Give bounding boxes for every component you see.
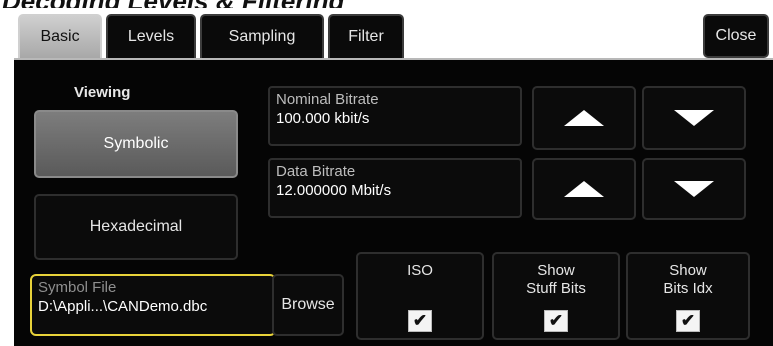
show-stuff-bits-toggle-button[interactable]: Show Stuff Bits ✔ [492,252,620,340]
data-bitrate-field[interactable]: Data Bitrate 12.000000 Mbit/s [268,158,522,218]
show-stuff-bits-label: Show [537,262,575,279]
page-title-strip: Decoding Levels & Filtering [0,0,773,8]
checkmark-icon: ✔ [548,311,564,330]
close-button[interactable]: Close [703,14,769,58]
show-bits-idx-checkbox[interactable]: ✔ [676,310,700,332]
checkmark-icon: ✔ [680,311,696,330]
down-arrow-icon [674,110,714,126]
up-arrow-icon [564,181,604,197]
tab-basic[interactable]: Basic [18,14,102,58]
checkmark-icon: ✔ [412,311,428,330]
data-bitrate-value: 12.000000 Mbit/s [276,182,392,199]
show-bits-idx-toggle-button[interactable]: Show Bits Idx ✔ [626,252,750,340]
page-title: Decoding Levels & Filtering [2,0,344,8]
up-arrow-icon [564,110,604,126]
iso-label: ISO [407,262,433,279]
symbolic-button[interactable]: Symbolic [34,110,238,178]
nominal-bitrate-field[interactable]: Nominal Bitrate 100.000 kbit/s [268,86,522,146]
data-bitrate-caption: Data Bitrate [276,163,356,180]
tab-filter[interactable]: Filter [328,14,404,58]
iso-checkbox[interactable]: ✔ [408,310,432,332]
show-bits-idx-label-line2: Bits Idx [663,280,713,297]
nominal-bitrate-up-button[interactable] [532,86,636,150]
down-arrow-icon [674,181,714,197]
symbol-file-value: D:\Appli...\CANDemo.dbc [38,298,208,315]
show-stuff-bits-label-line2: Stuff Bits [526,280,586,297]
browse-button[interactable]: Browse [272,274,344,336]
show-stuff-bits-checkbox[interactable]: ✔ [544,310,568,332]
hexadecimal-button[interactable]: Hexadecimal [34,194,238,260]
nominal-bitrate-caption: Nominal Bitrate [276,91,379,108]
symbol-file-field[interactable]: Symbol File D:\Appli...\CANDemo.dbc [30,274,276,336]
data-bitrate-down-button[interactable] [642,158,746,220]
tab-levels[interactable]: Levels [106,14,196,58]
iso-toggle-button[interactable]: ISO ✔ [356,252,484,340]
nominal-bitrate-value: 100.000 kbit/s [276,110,370,127]
symbol-file-caption: Symbol File [38,279,117,296]
show-bits-idx-label: Show [669,262,707,279]
tab-sampling[interactable]: Sampling [200,14,324,58]
viewing-label: Viewing [74,84,131,101]
nominal-bitrate-down-button[interactable] [642,86,746,150]
data-bitrate-up-button[interactable] [532,158,636,220]
